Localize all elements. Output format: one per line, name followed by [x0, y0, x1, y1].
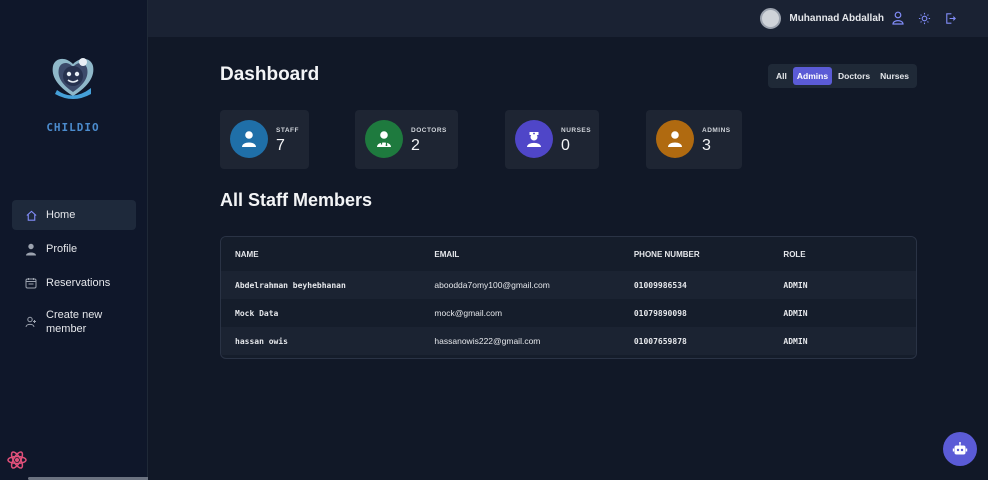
stat-card-doctors: DOCTORS 2 [355, 110, 458, 169]
cell-phone: 01079890098 [633, 308, 687, 318]
home-icon [24, 208, 38, 222]
robot-icon [952, 442, 968, 455]
cell-email: hassanowis222@gmail.com [434, 336, 541, 346]
user-icon[interactable] [890, 10, 906, 26]
filter-all[interactable]: All [772, 67, 791, 85]
person-icon [24, 242, 38, 256]
column-header-role[interactable]: ROLE [769, 250, 916, 259]
column-header-email[interactable]: EMAIL [420, 250, 619, 259]
staff-table: NAME EMAIL PHONE NUMBER ROLE Abdelrahman… [220, 236, 917, 359]
top-bar: Muhannad Abdallah [148, 0, 988, 38]
role-filter: All Admins Doctors Nurses [768, 64, 917, 88]
logout-icon[interactable] [942, 10, 958, 26]
table-header: NAME EMAIL PHONE NUMBER ROLE [221, 237, 916, 271]
sidebar-item-label: Profile [46, 243, 78, 255]
cell-email: mock@gmail.com [434, 308, 503, 318]
app-root: CHILDIO Home Profile Reservations Create… [0, 0, 988, 480]
stat-label: ADMINS [702, 127, 731, 134]
filter-admins[interactable]: Admins [792, 67, 833, 85]
sidebar-item-reservations[interactable]: Reservations [12, 268, 136, 298]
main-content: Dashboard All Admins Doctors Nurses STAF… [148, 38, 988, 480]
table-body: Abdelrahman beyhebhanan aboodda7omy100@g… [221, 271, 916, 355]
table-row[interactable]: Mock Data mock@gmail.com 01079890098 ADM… [221, 299, 916, 327]
section-title: All Staff Members [220, 190, 373, 210]
logo[interactable]: CHILDIO [40, 50, 106, 134]
top-icons [890, 10, 958, 26]
stat-card-nurses: NURSES 0 [505, 110, 599, 169]
cell-role: ADMIN [783, 280, 808, 290]
calendar-icon [24, 276, 38, 290]
nurse-icon [515, 120, 553, 158]
label-line-1: Create new [46, 309, 103, 321]
user-menu[interactable]: Muhannad Abdallah [760, 8, 884, 29]
cell-name: Mock Data [235, 308, 279, 318]
table-row[interactable]: hassan owis hassanowis222@gmail.com 0100… [221, 327, 916, 355]
cell-email: aboodda7omy100@gmail.com [434, 280, 550, 290]
label-line-2: member [46, 323, 87, 335]
filter-nurses[interactable]: Nurses [876, 67, 913, 85]
sidebar: CHILDIO Home Profile Reservations Create… [0, 0, 216, 480]
childio-logo-icon [52, 58, 94, 99]
cell-name: hassan owis [235, 336, 288, 346]
cell-phone: 01007659878 [633, 336, 687, 346]
doctor-icon [365, 120, 403, 158]
stat-value: 3 [702, 137, 711, 154]
stat-card-staff: STAFF 7 [220, 110, 309, 169]
sidebar-item-label: Create new member [46, 308, 102, 336]
cell-role: ADMIN [783, 336, 808, 346]
avatar [760, 8, 782, 29]
sidebar-item-label: Home [46, 209, 76, 221]
cell-role: ADMIN [783, 308, 808, 318]
sun-icon[interactable] [916, 10, 932, 26]
sidebar-item-home[interactable]: Home [12, 200, 136, 230]
user-name: Muhannad Abdallah [789, 13, 884, 24]
sidebar-item-profile[interactable]: Profile [12, 234, 136, 264]
sidebar-nav: Home Profile Reservations Create new mem… [12, 200, 136, 346]
stat-label: NURSES [561, 127, 592, 134]
chatbot-button[interactable] [943, 432, 977, 466]
brand-name: CHILDIO [46, 121, 100, 134]
react-devtools-icon[interactable] [6, 449, 28, 471]
sidebar-item-create-member[interactable]: Create new member [12, 302, 136, 342]
table-row[interactable]: Abdelrahman beyhebhanan aboodda7omy100@g… [221, 271, 916, 299]
stat-card-admins: ADMINS 3 [646, 110, 742, 169]
admin-icon [656, 120, 694, 158]
column-header-phone[interactable]: PHONE NUMBER [620, 250, 770, 259]
sidebar-item-label: Reservations [46, 277, 111, 289]
stat-label: STAFF [276, 127, 299, 134]
stat-label: DOCTORS [411, 127, 447, 134]
stat-value: 0 [561, 137, 570, 154]
stat-value: 2 [411, 137, 420, 154]
column-header-name[interactable]: NAME [221, 250, 420, 259]
staff-icon [230, 120, 268, 158]
filter-doctors[interactable]: Doctors [834, 67, 874, 85]
cell-name: Abdelrahman beyhebhanan [235, 280, 346, 290]
cell-phone: 01009986534 [633, 280, 687, 290]
stat-value: 7 [276, 137, 285, 154]
page-title: Dashboard [220, 64, 320, 85]
add-user-icon [24, 315, 38, 329]
